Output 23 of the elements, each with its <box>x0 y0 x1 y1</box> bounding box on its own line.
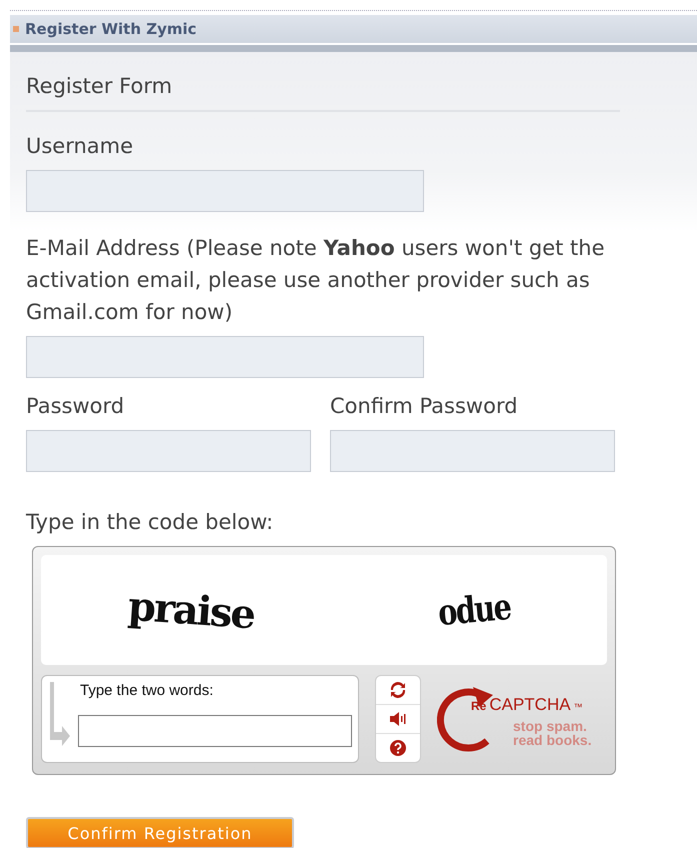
form-title: Register Form <box>26 74 620 112</box>
refresh-icon <box>390 682 406 698</box>
confirm-registration-button[interactable]: Confirm Registration <box>26 817 294 848</box>
arrow-icon <box>50 682 72 748</box>
field-label: Password <box>26 393 126 420</box>
speaker-icon <box>389 711 407 727</box>
captcha-prompt: Type in the code below: <box>26 509 274 536</box>
field-label: E-Mail Address (Please note Yahoo users won't get the activation email, please use another provider such as Gmail.com for now) <box>26 235 606 326</box>
captcha-word: praise <box>126 582 256 638</box>
password-field[interactable] <box>330 430 615 472</box>
input-field[interactable] <box>26 170 424 212</box>
header-title: Register With Zymic <box>25 20 197 38</box>
bullet-icon <box>13 26 19 32</box>
field-label: Username <box>26 133 134 160</box>
recaptcha-tagline: read books. <box>513 733 592 747</box>
captcha-word: odue <box>436 586 512 634</box>
password-field[interactable] <box>26 430 311 472</box>
field-label: Confirm Password <box>330 393 519 420</box>
help-icon <box>390 740 406 756</box>
input-field[interactable] <box>26 336 424 378</box>
captcha-input-label: Type the two words: <box>80 682 214 699</box>
captcha-input[interactable] <box>78 715 352 747</box>
recaptcha-tagline: stop spam. <box>513 719 588 733</box>
